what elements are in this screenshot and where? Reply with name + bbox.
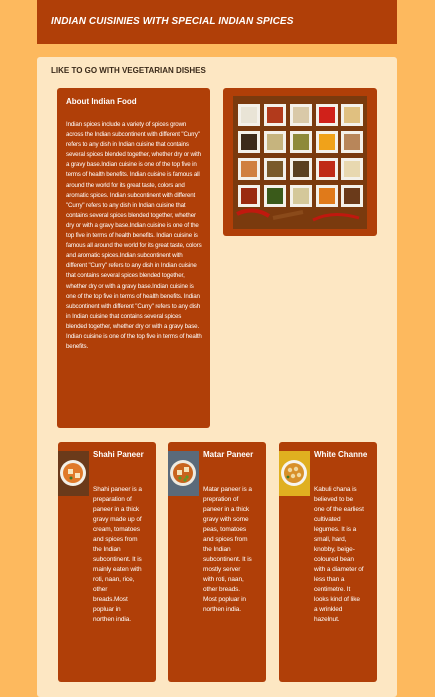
spices-photo-card: [223, 88, 377, 236]
dish-title: Shahi Paneer: [93, 450, 144, 459]
dish-title: Matar Paneer: [203, 450, 254, 459]
dish-card-shahi-paneer: Shahi Paneer Shahi paneer is a preparati…: [58, 442, 156, 682]
dish-card-white-channe: White Channe Kabuli chana is believed to…: [279, 442, 377, 682]
page-header: INDIAN CUISINIES WITH SPECIAL INDIAN SPI…: [37, 0, 397, 44]
white-channe-image: [279, 451, 310, 496]
spices-grid-illustration: [233, 96, 367, 229]
about-text: Indian spices include a variety of spice…: [66, 121, 202, 351]
spices-image: [233, 96, 367, 229]
dish-description: Kabuli chana is believed to be one of th…: [314, 486, 364, 623]
shahi-paneer-image: [58, 451, 89, 496]
dish-description: Matar paneer is a prepration of paneer i…: [203, 486, 252, 613]
dish-card-matar-paneer: Matar Paneer Matar paneer is a prepratio…: [168, 442, 266, 682]
dish-title: White Channe: [314, 450, 368, 459]
matar-paneer-image: [168, 451, 199, 496]
about-card: About Indian Food Indian spices include …: [57, 88, 210, 428]
page-title: INDIAN CUISINIES WITH SPECIAL INDIAN SPI…: [51, 16, 294, 27]
dish-description: Shahi paneer is a preparation of paneer …: [93, 486, 142, 623]
about-heading: About Indian Food: [66, 97, 137, 106]
section-subtitle: LIKE TO GO WITH VEGETARIAN DISHES: [51, 66, 206, 75]
main-panel: LIKE TO GO WITH VEGETARIAN DISHES About …: [37, 57, 397, 697]
